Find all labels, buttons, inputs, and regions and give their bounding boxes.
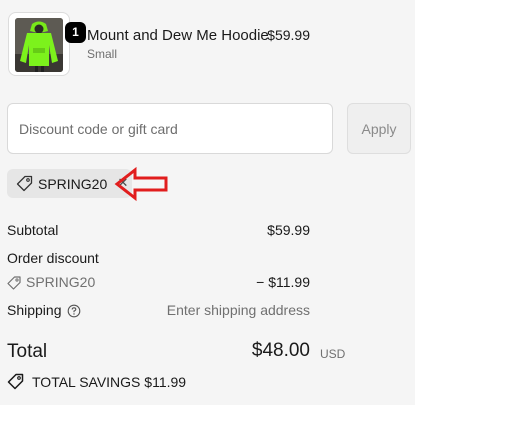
- help-icon[interactable]: [67, 304, 81, 318]
- discount-code-label: SPRING20: [26, 274, 96, 290]
- total-label: Total: [7, 341, 48, 362]
- discount-code-input[interactable]: [7, 103, 333, 154]
- hoodie-product-image: [15, 18, 63, 72]
- total-amount: $48.00: [251, 340, 310, 361]
- product-price: $59.99: [267, 27, 310, 43]
- order-summary-panel: 1 Mount and Dew Me Hoodie Small $59.99 A…: [0, 0, 415, 405]
- apply-button[interactable]: Apply: [347, 103, 411, 154]
- red-arrow-icon: [114, 166, 168, 202]
- product-name: Mount and Dew Me Hoodie: [87, 27, 269, 44]
- applied-discount-code: SPRING20: [38, 176, 108, 192]
- subtotal-value: $59.99: [267, 222, 310, 238]
- subtotal-label: Subtotal: [7, 222, 59, 238]
- tag-icon: [16, 175, 33, 192]
- shipping-label: Shipping: [7, 302, 62, 318]
- total-savings: TOTAL SAVINGS $11.99: [32, 374, 187, 390]
- shipping-value: Enter shipping address: [166, 302, 310, 318]
- product-variant: Small: [87, 47, 118, 61]
- total-currency: USD: [320, 347, 346, 361]
- quantity-badge: 1: [65, 22, 86, 43]
- product-thumbnail: 1: [8, 12, 86, 76]
- discount-amount: − $11.99: [256, 274, 310, 290]
- order-discount-label: Order discount: [7, 250, 99, 266]
- tag-icon: [7, 276, 21, 290]
- savings-tag-icon: [7, 373, 24, 390]
